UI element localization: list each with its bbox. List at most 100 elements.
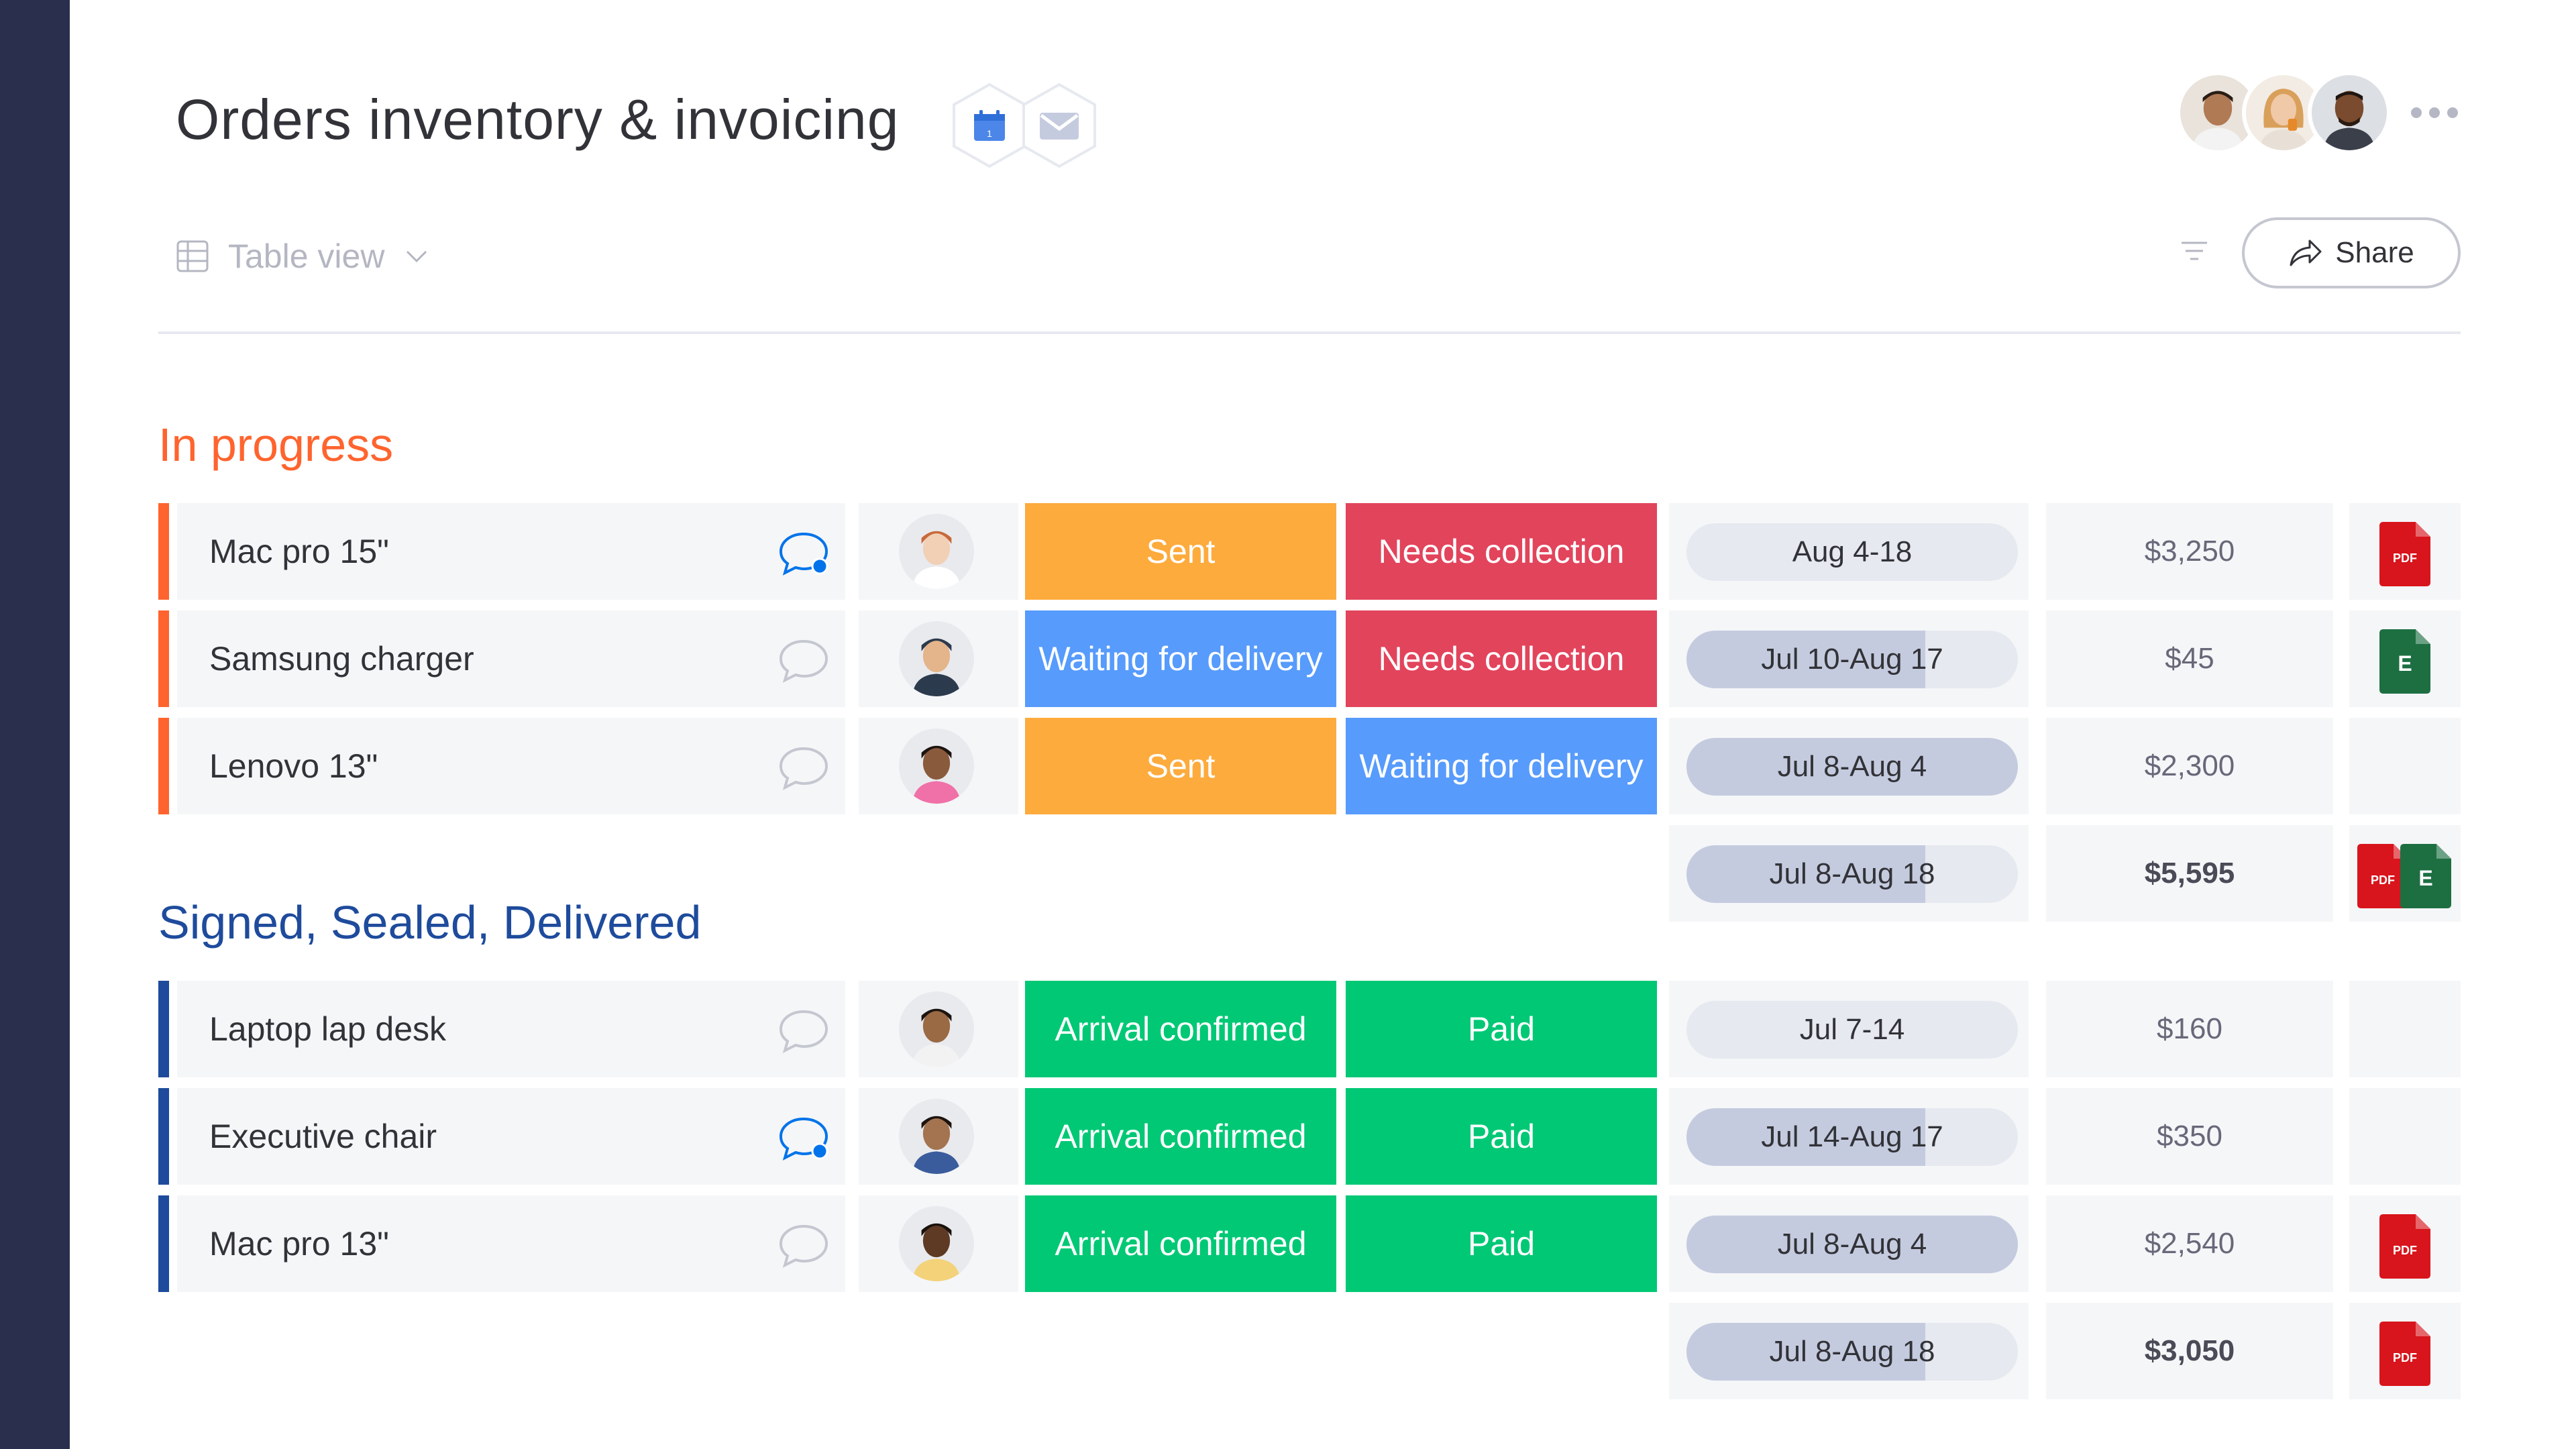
files-cell[interactable] — [2349, 1088, 2461, 1185]
more-options-icon[interactable] — [2411, 99, 2458, 126]
timeline-label: Jul 14-Aug 17 — [1761, 1120, 1943, 1153]
header-divider — [158, 331, 2461, 334]
timeline-bar[interactable]: Jul 14-Aug 17 — [1686, 1108, 2018, 1166]
timeline-cell[interactable]: Jul 14-Aug 17 — [1669, 1088, 2029, 1185]
file-thumbnail[interactable]: PDF — [2379, 1322, 2430, 1386]
assignee-avatar[interactable] — [899, 621, 974, 696]
payment-status-cell[interactable]: Paid — [1346, 1195, 1657, 1292]
person-cell[interactable] — [859, 981, 1018, 1077]
price-cell[interactable]: $3,250 — [2046, 503, 2333, 600]
assignee-avatar[interactable] — [899, 1206, 974, 1281]
timeline-bar[interactable]: Jul 8-Aug 4 — [1686, 738, 2018, 796]
timeline-cell[interactable]: Jul 8-Aug 18 — [1669, 1303, 2029, 1399]
price-cell[interactable]: $2,540 — [2046, 1195, 2333, 1292]
payment-status-cell[interactable]: Paid — [1346, 981, 1657, 1077]
order-status-cell[interactable]: Sent — [1025, 718, 1336, 814]
price-sum-cell: $3,050 — [2046, 1303, 2333, 1399]
payment-status-cell[interactable]: Needs collection — [1346, 610, 1657, 707]
price-cell[interactable]: $45 — [2046, 610, 2333, 707]
group-summary-row: Jul 8-Aug 18 $3,050 PDF — [158, 1303, 2461, 1399]
item-name-cell[interactable]: Mac pro 13" — [177, 1195, 845, 1292]
files-cell[interactable]: PDF — [2349, 1195, 2461, 1292]
item-name[interactable]: Mac pro 13" — [209, 1195, 389, 1292]
files-cell[interactable]: PDF — [2349, 1303, 2461, 1399]
payment-status-cell[interactable]: Waiting for delivery — [1346, 718, 1657, 814]
item-name-cell[interactable]: Laptop lap desk — [177, 981, 845, 1077]
payment-status-cell[interactable]: Needs collection — [1346, 503, 1657, 600]
order-status-cell[interactable]: Waiting for delivery — [1025, 610, 1336, 707]
view-switcher[interactable]: Table view — [176, 237, 430, 275]
board-subscribers[interactable] — [2176, 71, 2398, 157]
item-name[interactable]: Laptop lap desk — [209, 981, 446, 1077]
item-name-cell[interactable]: Mac pro 15" — [177, 503, 845, 600]
order-status-cell[interactable]: Arrival confirmed — [1025, 981, 1336, 1077]
payment-status-cell[interactable]: Paid — [1346, 1088, 1657, 1185]
table-row[interactable]: Lenovo 13" Sent Waiting for delivery Jul 8-… — [158, 718, 2461, 814]
timeline-cell[interactable]: Jul 10-Aug 17 — [1669, 610, 2029, 707]
timeline-cell[interactable]: Jul 8-Aug 4 — [1669, 1195, 2029, 1292]
files-cell[interactable] — [2349, 981, 2461, 1077]
timeline-bar[interactable]: Jul 8-Aug 18 — [1686, 845, 2018, 903]
table-row[interactable]: Executive chair Arrival confirmed Paid Jul … — [158, 1088, 2461, 1185]
filter-icon[interactable] — [2179, 236, 2210, 267]
item-name[interactable]: Executive chair — [209, 1088, 437, 1185]
files-cell[interactable] — [2349, 718, 2461, 814]
timeline-bar[interactable]: Aug 4-18 — [1686, 523, 2018, 581]
table-row[interactable]: Laptop lap desk Arrival confirmed Paid Jul … — [158, 981, 2461, 1077]
timeline-bar[interactable]: Jul 8-Aug 4 — [1686, 1216, 2018, 1273]
file-thumbnail[interactable]: PDF — [2379, 522, 2430, 586]
files-cell[interactable]: PDF — [2349, 503, 2461, 600]
timeline-cell[interactable]: Jul 7-14 — [1669, 981, 2029, 1077]
timeline-cell[interactable]: Jul 8-Aug 4 — [1669, 718, 2029, 814]
group-color-stripe — [158, 503, 169, 600]
price-cell[interactable]: $350 — [2046, 1088, 2333, 1185]
assignee-avatar[interactable] — [899, 1099, 974, 1174]
table-row[interactable]: Mac pro 15" Sent Needs collection Aug 4-18 $… — [158, 503, 2461, 600]
person-cell[interactable] — [859, 610, 1018, 707]
assignee-avatar[interactable] — [899, 514, 974, 589]
mail-integration-icon[interactable] — [1014, 80, 1104, 170]
subscriber-avatar[interactable] — [2308, 71, 2391, 154]
file-thumbnail[interactable]: E — [2379, 629, 2430, 694]
order-status-cell[interactable]: Sent — [1025, 503, 1336, 600]
board-title[interactable]: Orders inventory & invoicing — [176, 86, 899, 153]
person-cell[interactable] — [859, 1088, 1018, 1185]
pdf-file-icon: PDF — [2379, 1322, 2430, 1386]
item-updates-button[interactable] — [777, 1222, 830, 1269]
file-thumbnail[interactable]: E — [2400, 844, 2451, 908]
order-status-cell[interactable]: Arrival confirmed — [1025, 1195, 1336, 1292]
files-cell[interactable]: PDF E — [2349, 825, 2461, 922]
table-row[interactable]: Mac pro 13" Arrival confirmed Paid Jul 8-Au… — [158, 1195, 2461, 1292]
price-cell[interactable]: $160 — [2046, 981, 2333, 1077]
timeline-bar[interactable]: Jul 7-14 — [1686, 1001, 2018, 1059]
item-updates-button[interactable] — [777, 530, 830, 577]
timeline-cell[interactable]: Jul 8-Aug 18 — [1669, 825, 2029, 922]
item-updates-button[interactable] — [777, 1115, 830, 1162]
price-cell[interactable]: $2,300 — [2046, 718, 2333, 814]
share-button[interactable]: Share — [2242, 217, 2461, 288]
person-cell[interactable] — [859, 503, 1018, 600]
item-name[interactable]: Mac pro 15" — [209, 503, 389, 600]
timeline-bar[interactable]: Jul 10-Aug 17 — [1686, 631, 2018, 688]
person-cell[interactable] — [859, 1195, 1018, 1292]
assignee-avatar[interactable] — [899, 991, 974, 1067]
person-cell[interactable] — [859, 718, 1018, 814]
files-cell[interactable]: E — [2349, 610, 2461, 707]
item-name-cell[interactable]: Executive chair — [177, 1088, 845, 1185]
item-name-cell[interactable]: Samsung charger — [177, 610, 845, 707]
item-updates-button[interactable] — [777, 1008, 830, 1055]
updates-bubble-icon — [779, 747, 828, 790]
timeline-cell[interactable]: Aug 4-18 — [1669, 503, 2029, 600]
item-updates-button[interactable] — [777, 745, 830, 792]
item-name[interactable]: Samsung charger — [209, 610, 474, 707]
table-row[interactable]: Samsung charger Waiting for delivery Needs… — [158, 610, 2461, 707]
timeline-label: Jul 8-Aug 4 — [1777, 750, 1927, 783]
assignee-avatar[interactable] — [899, 729, 974, 804]
item-name-cell[interactable]: Lenovo 13" — [177, 718, 845, 814]
order-status-cell[interactable]: Arrival confirmed — [1025, 1088, 1336, 1185]
group-title-in-progress[interactable]: In progress — [158, 415, 393, 475]
file-thumbnail[interactable]: PDF — [2379, 1214, 2430, 1279]
timeline-bar[interactable]: Jul 8-Aug 18 — [1686, 1323, 2018, 1381]
item-name[interactable]: Lenovo 13" — [209, 718, 378, 814]
item-updates-button[interactable] — [777, 637, 830, 684]
